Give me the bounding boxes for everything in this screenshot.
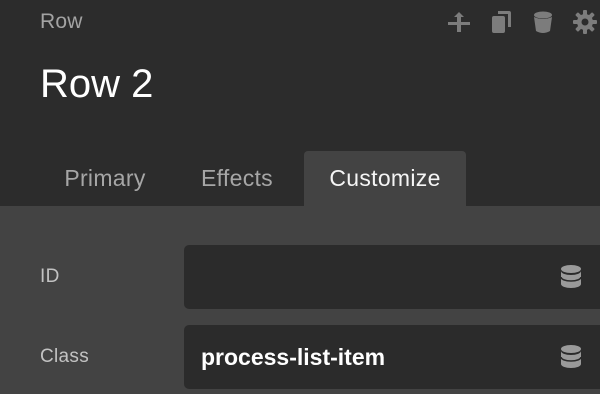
duplicate-button[interactable] [488,9,514,35]
settings-button[interactable] [572,9,598,35]
tab-customize[interactable]: Customize [304,151,466,206]
gear-icon [573,10,597,34]
duplicate-icon [492,11,511,33]
move-icon [448,12,470,32]
id-label: ID [40,266,60,287]
class-row: Class [0,325,600,389]
database-icon[interactable] [560,344,582,370]
element-settings-panel: Row Row 2 Primary Effects Customize ID C… [0,0,600,394]
delete-button[interactable] [530,9,556,35]
database-icon[interactable] [560,264,582,290]
delete-icon [534,11,552,33]
page-title: Row 2 [40,62,154,106]
class-label: Class [40,346,90,367]
tab-bar: Primary Effects Customize [40,151,466,206]
move-button[interactable] [446,9,472,35]
breadcrumb[interactable]: Row [40,10,83,34]
id-field[interactable] [184,245,544,309]
id-field-container [184,245,600,309]
class-field[interactable] [184,325,544,389]
id-row: ID [0,245,600,309]
tab-effects[interactable]: Effects [170,151,304,206]
tab-primary[interactable]: Primary [40,151,170,206]
class-field-container [184,325,600,389]
customize-tab-content: ID Class [0,206,600,394]
panel-header: Row Row 2 Primary Effects Customize [0,0,600,206]
